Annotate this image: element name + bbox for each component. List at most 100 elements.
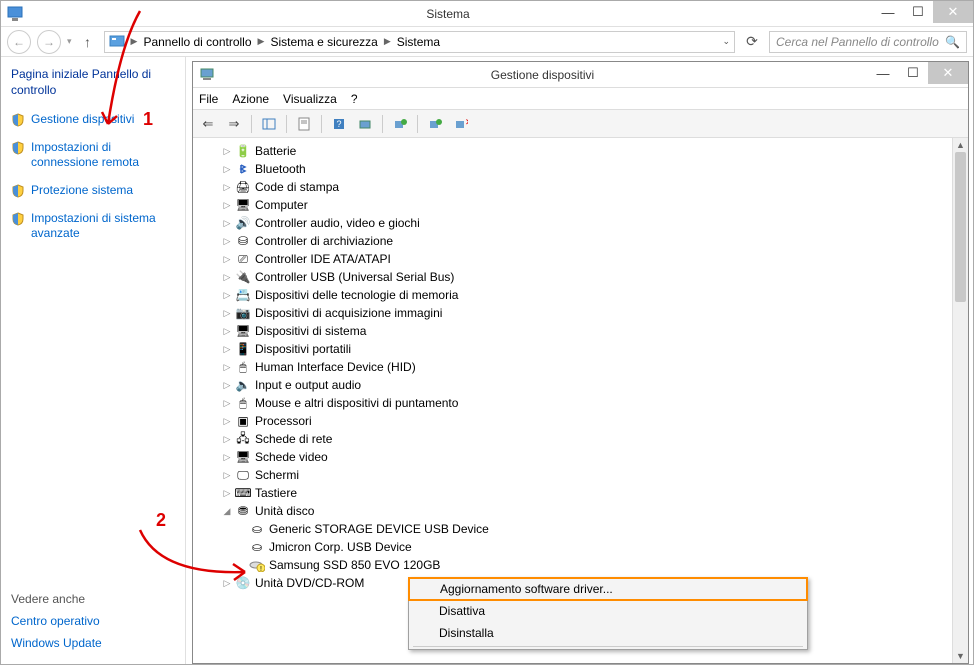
refresh-button[interactable]: ⟳ (741, 31, 763, 53)
toolbar-scan-button[interactable] (354, 113, 376, 135)
minimize-button[interactable]: — (873, 1, 903, 23)
expand-icon[interactable]: ▷ (221, 326, 233, 337)
disk-icon: ⛃ (235, 503, 251, 519)
toolbar-disable-button[interactable]: ✕ (450, 113, 472, 135)
breadcrumb-item[interactable]: Sistema (397, 35, 440, 49)
annotation-number-1: 1 (143, 109, 153, 130)
inner-close-button[interactable]: ✕ (928, 62, 968, 84)
expand-icon[interactable]: ▷ (221, 578, 233, 589)
inner-maximize-button[interactable]: ☐ (898, 62, 928, 84)
expand-icon[interactable]: ▷ (221, 272, 233, 283)
expand-icon[interactable]: ▷ (221, 488, 233, 499)
expand-icon[interactable]: ▷ (221, 398, 233, 409)
maximize-button[interactable]: ☐ (903, 1, 933, 23)
toolbar-help-button[interactable]: ? (328, 113, 350, 135)
tree-category[interactable]: ▷📱Dispositivi portatili (201, 340, 968, 358)
toolbar-back-button[interactable]: ⇐ (197, 113, 219, 135)
tree-category[interactable]: ▷🖨Code di stampa (201, 178, 968, 196)
expand-icon[interactable]: ▷ (221, 146, 233, 157)
expand-icon[interactable]: ▷ (221, 182, 233, 193)
context-menu-uninstall[interactable]: Disinstalla (409, 622, 807, 644)
tree-category[interactable]: ▷⌨Tastiere (201, 484, 968, 502)
expand-icon[interactable]: ▷ (221, 218, 233, 229)
expand-icon[interactable]: ▷ (221, 416, 233, 427)
menu-help[interactable]: ? (351, 92, 358, 106)
scroll-thumb[interactable] (955, 152, 966, 302)
collapse-icon[interactable]: ◢ (221, 506, 233, 517)
toolbar-forward-button[interactable]: ⇒ (223, 113, 245, 135)
tree-label: Jmicron Corp. USB Device (269, 540, 412, 554)
expand-icon[interactable]: ▷ (221, 434, 233, 445)
svg-text:?: ? (336, 119, 341, 129)
sidebar-heading[interactable]: Pagina iniziale Pannello di controllo (11, 67, 179, 98)
see-also-link[interactable]: Centro operativo (11, 614, 179, 628)
menu-view[interactable]: Visualizza (283, 92, 337, 106)
tree-scrollbar[interactable]: ▲ ▼ (952, 138, 968, 663)
tree-category[interactable]: ▷🖧Schede di rete (201, 430, 968, 448)
tree-category[interactable]: ▷🖵Schermi (201, 466, 968, 484)
tree-category[interactable]: ▷🔌Controller USB (Universal Serial Bus) (201, 268, 968, 286)
menu-file[interactable]: File (199, 92, 218, 106)
tree-label: Generic STORAGE DEVICE USB Device (269, 522, 489, 536)
tree-device-selected[interactable]: !Samsung SSD 850 EVO 120GB (201, 556, 968, 574)
expand-icon[interactable]: ▷ (221, 254, 233, 265)
tree-category[interactable]: ▷🖱Human Interface Device (HID) (201, 358, 968, 376)
forward-button[interactable]: → (37, 30, 61, 54)
menu-action[interactable]: Azione (232, 92, 269, 106)
search-input[interactable]: Cerca nel Pannello di controllo 🔍 (769, 31, 967, 53)
expand-icon[interactable]: ▷ (221, 380, 233, 391)
tree-category[interactable]: ▷🖥Dispositivi di sistema (201, 322, 968, 340)
expand-icon[interactable]: ▷ (221, 344, 233, 355)
sidebar-link-label: Protezione sistema (31, 183, 133, 199)
tree-category[interactable]: ▷🖱Mouse e altri dispositivi di puntament… (201, 394, 968, 412)
tree-category[interactable]: ▷🔋Batterie (201, 142, 968, 160)
inner-minimize-button[interactable]: — (868, 62, 898, 84)
sidebar-link-advanced[interactable]: Impostazioni di sistema avanzate (11, 211, 179, 242)
tree-category[interactable]: ▷📷Dispositivi di acquisizione immagini (201, 304, 968, 322)
expand-icon[interactable]: ▷ (221, 362, 233, 373)
toolbar-uninstall-button[interactable] (424, 113, 446, 135)
expand-icon[interactable]: ▷ (221, 290, 233, 301)
tree-category[interactable]: ▷📇Dispositivi delle tecnologie di memori… (201, 286, 968, 304)
tree-category[interactable]: ▷🖥Computer (201, 196, 968, 214)
tree-category[interactable]: ▷🔊Controller audio, video e giochi (201, 214, 968, 232)
toolbar-divider (286, 115, 287, 133)
expand-icon[interactable]: ▷ (221, 470, 233, 481)
expand-icon[interactable]: ▷ (221, 452, 233, 463)
toolbar-update-driver-button[interactable] (389, 113, 411, 135)
expand-icon[interactable]: ▷ (221, 236, 233, 247)
breadcrumb-item[interactable]: Sistema e sicurezza (270, 35, 377, 49)
tree-category[interactable]: ▷⎚Controller IDE ATA/ATAPI (201, 250, 968, 268)
tree-category[interactable]: ▷🖥Schede video (201, 448, 968, 466)
tree-category[interactable]: ▷▣Processori (201, 412, 968, 430)
context-menu: Aggiornamento software driver... Disatti… (408, 577, 808, 650)
expand-icon[interactable]: ▷ (221, 200, 233, 211)
breadcrumb-dropdown-icon[interactable]: ⌄ (718, 36, 730, 47)
tree-category[interactable]: ▷🔈Input e output audio (201, 376, 968, 394)
sidebar-link-device-manager[interactable]: Gestione dispositivi (11, 112, 179, 128)
toolbar-properties-button[interactable] (293, 113, 315, 135)
tree-category[interactable]: ▷Bluetooth (201, 160, 968, 178)
back-button[interactable]: ← (7, 30, 31, 54)
see-also-link[interactable]: Windows Update (11, 636, 179, 650)
tree-label: Unità DVD/CD-ROM (255, 576, 364, 590)
tree-device[interactable]: ⛀Generic STORAGE DEVICE USB Device (201, 520, 968, 538)
up-button[interactable]: ↑ (78, 32, 98, 52)
breadcrumb-item[interactable]: Pannello di controllo (143, 35, 251, 49)
tree-device[interactable]: ⛀Jmicron Corp. USB Device (201, 538, 968, 556)
expand-icon[interactable]: ▷ (221, 308, 233, 319)
close-button[interactable]: ✕ (933, 1, 973, 23)
sidebar-link-remote[interactable]: Impostazioni di connessione remota (11, 140, 179, 171)
expand-icon[interactable]: ▷ (221, 164, 233, 175)
context-menu-update-driver[interactable]: Aggiornamento software driver... (408, 577, 808, 601)
sidebar-link-protection[interactable]: Protezione sistema (11, 183, 179, 199)
toolbar-divider (251, 115, 252, 133)
breadcrumb-bar[interactable]: ▶ Pannello di controllo ▶ Sistema e sicu… (104, 31, 735, 53)
scroll-down-icon[interactable]: ▼ (953, 649, 968, 663)
toolbar-show-hide-button[interactable] (258, 113, 280, 135)
tree-category[interactable]: ▷⛁Controller di archiviazione (201, 232, 968, 250)
tree-category-expanded[interactable]: ◢⛃Unità disco (201, 502, 968, 520)
context-menu-disable[interactable]: Disattiva (409, 600, 807, 622)
history-dropdown-icon[interactable]: ▾ (67, 36, 72, 47)
scroll-up-icon[interactable]: ▲ (953, 138, 968, 152)
